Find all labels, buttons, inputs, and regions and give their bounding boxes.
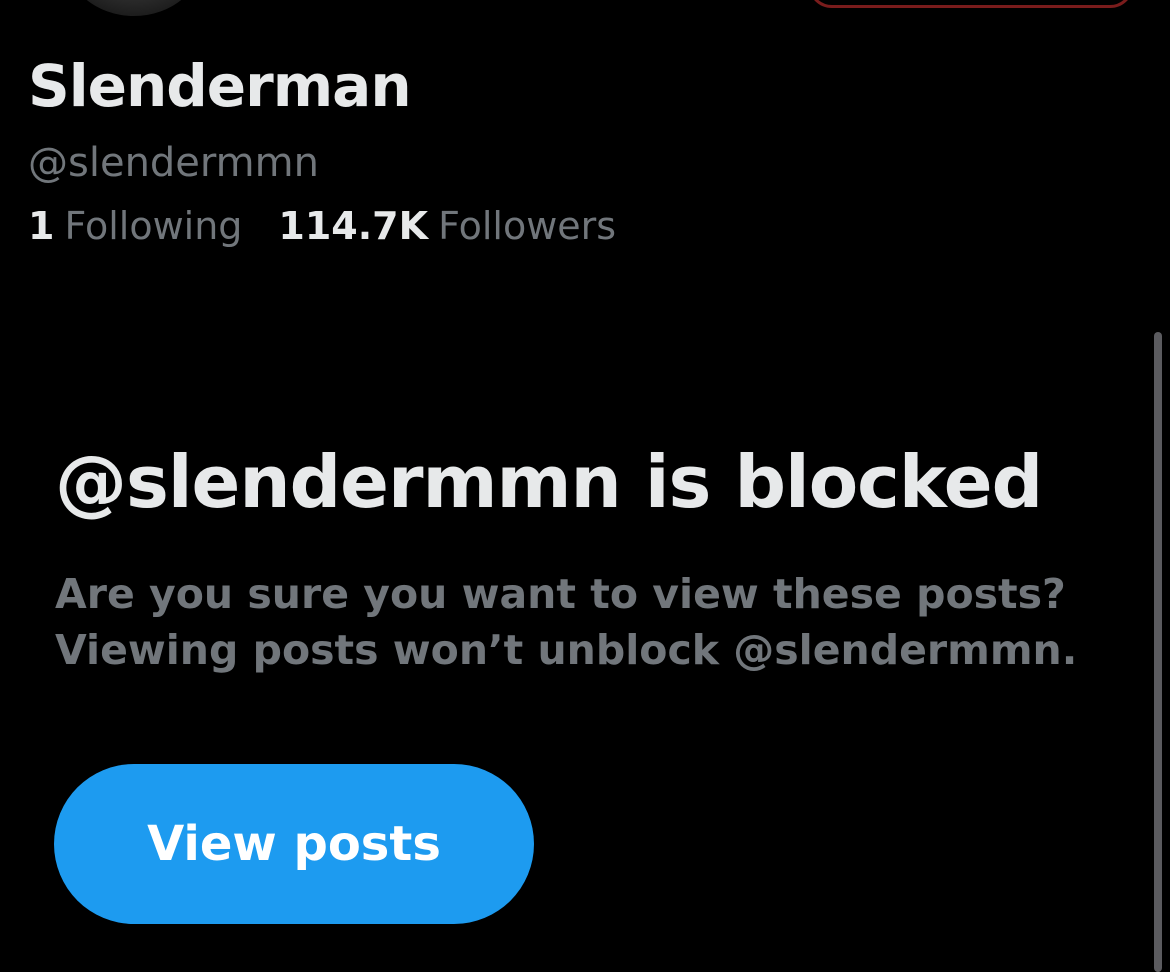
- follow-stats: 1 Following 114.7K Followers: [28, 204, 616, 248]
- profile-display-name: Slenderman: [28, 52, 412, 120]
- following-label: Following: [64, 204, 243, 248]
- followers-link[interactable]: 114.7K Followers: [278, 204, 616, 248]
- following-count: 1: [28, 204, 55, 248]
- followers-label: Followers: [438, 204, 617, 248]
- following-link[interactable]: 1 Following: [28, 204, 242, 248]
- profile-handle: @slendermmn: [28, 140, 319, 186]
- blocked-description-line-1: Are you sure you want to view these post…: [55, 570, 1066, 618]
- scrollbar[interactable]: [1154, 332, 1162, 972]
- blocked-description: Are you sure you want to view these post…: [55, 566, 1115, 678]
- followers-count: 114.7K: [278, 204, 429, 248]
- blocked-button[interactable]: [808, 0, 1134, 8]
- blocked-title: @slendermmn is blocked: [55, 440, 1043, 524]
- avatar[interactable]: [60, 0, 208, 20]
- view-posts-button[interactable]: View posts: [54, 764, 534, 924]
- blocked-description-line-2: Viewing posts won’t unblock @slendermmn.: [55, 626, 1078, 674]
